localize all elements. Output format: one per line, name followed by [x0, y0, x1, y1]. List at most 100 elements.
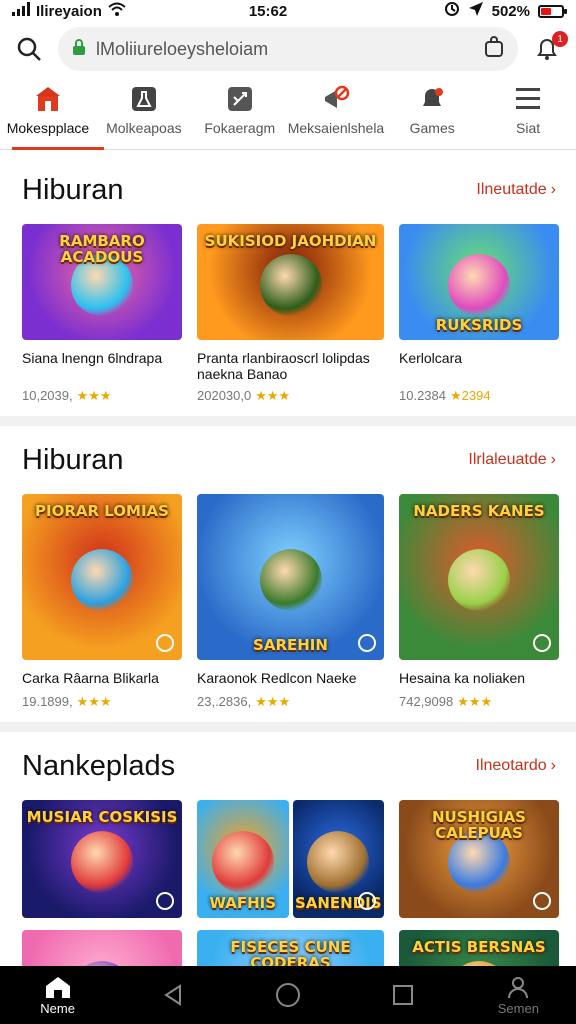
play-icon [156, 634, 174, 652]
game-title: Kerlolcara [399, 350, 463, 366]
game-title: Hesaina ka noliaken [399, 670, 526, 686]
flask-icon [129, 84, 159, 114]
game-logo: SUKISIOD JAOHDIAN [204, 232, 377, 250]
search-input[interactable] [96, 38, 474, 60]
rating-stars: ★★★ [76, 694, 112, 709]
play-icon [533, 634, 551, 652]
download-count: 19.1899, [22, 694, 73, 709]
alarm-icon [444, 1, 460, 21]
tab-meksaienlshela[interactable]: Meksaienlshela [288, 78, 384, 149]
game-card[interactable]: MUSIAR COSKISIS [22, 800, 182, 918]
notification-badge: 1 [552, 31, 568, 47]
tab-marketplace[interactable]: Mokespplace [0, 78, 104, 150]
see-more-link[interactable]: Ilneutatde › [476, 181, 556, 199]
wifi-icon [108, 2, 126, 20]
play-icon [358, 892, 376, 910]
tools-icon [225, 84, 255, 114]
game-thumbnail: SUKISIOD JAOHDIAN [197, 224, 384, 340]
game-card[interactable]: FISECES CUNE CODERAS [197, 930, 384, 966]
game-title: Carka Râarna Blikarla [22, 670, 159, 686]
character-art [448, 254, 510, 317]
chevron-right-icon: › [550, 757, 556, 774]
game-thumbnail: NADERS KANES [399, 494, 559, 660]
menu-icon [513, 84, 543, 114]
game-logo: PIORAR LOMIAS [35, 502, 169, 520]
nav-profile[interactable]: Semen [478, 975, 558, 1016]
game-logo: NUSHIGIAS CALEPUAS [432, 808, 526, 842]
address-bar[interactable] [58, 27, 518, 71]
game-card[interactable]: SUKISIOD JAOHDIAN Pranta rlanbiraoscrl l… [197, 224, 384, 404]
chevron-right-icon: › [550, 451, 556, 468]
battery-percent: 502% [491, 2, 530, 20]
see-more-label: Ilrlaleuatde [468, 451, 547, 468]
clock: 15:62 [248, 2, 288, 20]
back-icon [163, 984, 181, 1006]
tab-games[interactable]: Games [384, 78, 480, 149]
game-thumbnail: MUSIAR COSKISIS [22, 800, 182, 918]
bottom-navigation: Neme Semen [0, 966, 576, 1024]
tab-siat[interactable]: Siat [480, 78, 576, 149]
see-more-link[interactable]: Ilneotardo › [476, 757, 557, 775]
game-logo: SAREHIN [253, 636, 328, 655]
category-tabs: Mokespplace Molkeapoas Fokaeragm Meksaie… [0, 78, 576, 150]
game-thumbnail: PIORAR LOMIAS [22, 494, 182, 660]
tab-molkeapoas[interactable]: Molkeapoas [96, 78, 192, 149]
character-art [71, 831, 133, 894]
character-art [259, 549, 322, 612]
game-thumbnail[interactable]: SANENDIS [292, 800, 384, 918]
megaphone-icon [321, 84, 351, 114]
bag-icon[interactable] [484, 35, 504, 63]
game-card[interactable] [22, 930, 182, 966]
game-thumbnail[interactable]: WAFHIS [197, 800, 289, 918]
home-circle-icon [275, 983, 300, 1007]
nav-back[interactable] [133, 984, 213, 1006]
game-card[interactable]: RAMBARO ACADOUS Siana lnengn 6lndrapa 10… [22, 224, 182, 404]
game-title: Siana lnengn 6lndrapa [22, 350, 163, 366]
play-icon [358, 634, 376, 652]
section-title: Hiburan [22, 443, 124, 476]
game-title: Pranta rlanbiraoscrl lolipdas naekna Ban… [197, 350, 370, 383]
home-icon [45, 976, 70, 998]
see-more-link[interactable]: Ilrlaleuatde › [468, 451, 556, 469]
nav-label: Neme [40, 1000, 75, 1016]
character-art [448, 549, 510, 612]
character-art [211, 831, 274, 894]
play-icon [533, 892, 551, 910]
game-card[interactable]: SAREHIN Karaonok Redlcon Naeke 23,.2836,… [197, 494, 384, 710]
game-thumbnail: NUSHIGIAS CALEPUAS [399, 800, 559, 918]
game-thumbnail [22, 930, 182, 966]
location-icon [468, 1, 484, 21]
game-card[interactable]: ACTIS BERSNAS [399, 930, 559, 966]
character-art [71, 549, 133, 612]
tab-label: Mokespplace [6, 120, 90, 136]
game-card[interactable]: RUKSRIDS Kerlolcara 10.2384 ★2394 [399, 224, 559, 404]
rating-stars: ★★★ [457, 694, 493, 709]
tab-label: Games [409, 120, 455, 136]
character-art [307, 831, 370, 894]
game-thumbnail: SAREHIN [197, 494, 384, 660]
download-count: 10,2039, [22, 388, 73, 403]
game-thumbnail: FISECES CUNE CODERAS [197, 930, 384, 966]
game-card[interactable]: PIORAR LOMIAS Carka Râarna Blikarla 19.1… [22, 494, 182, 710]
search-button[interactable] [14, 34, 44, 64]
search-icon [17, 37, 41, 61]
play-icon [156, 892, 174, 910]
game-bell-icon [417, 84, 447, 114]
section-nankeplads: Nankeplads Ilneotardo › MUSIAR COSKISIS W… [0, 732, 576, 966]
rating-stars: ★★★ [255, 694, 291, 709]
game-card[interactable]: NUSHIGIAS CALEPUAS [399, 800, 559, 918]
tab-label: Fokaeragm [204, 120, 276, 136]
nav-home[interactable]: Neme [18, 975, 98, 1016]
nav-home-circle[interactable] [248, 982, 328, 1008]
game-thumbnail: RAMBARO ACADOUS [22, 224, 182, 340]
character-art [259, 254, 322, 317]
game-card[interactable]: NADERS KANES Hesaina ka noliaken 742,909… [399, 494, 559, 710]
notifications-button[interactable]: 1 [532, 31, 568, 64]
game-logo: WAFHIS [209, 894, 277, 913]
search-row: 1 [0, 24, 576, 74]
nav-recents[interactable] [363, 984, 443, 1006]
see-more-label: Ilneotardo [475, 757, 547, 774]
game-logo: RUKSRIDS [435, 316, 523, 335]
tab-fokaeragm[interactable]: Fokaeragm [192, 78, 288, 149]
tab-label: Molkeapoas [106, 120, 182, 136]
